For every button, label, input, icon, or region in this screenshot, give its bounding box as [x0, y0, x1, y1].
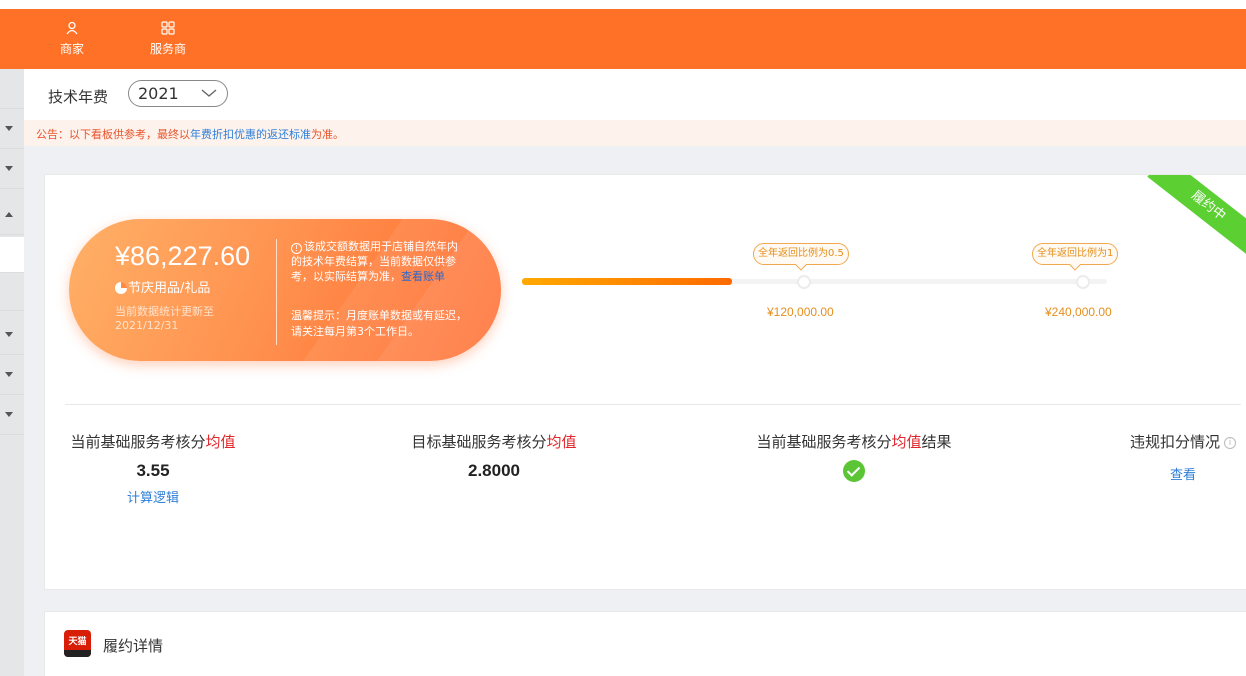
update-date: 2021/12/31	[115, 319, 179, 332]
pill-divider	[276, 239, 277, 345]
metric-title: 目标基础服务考核分均值	[406, 431, 582, 452]
milestone-value: ¥120,000.00	[767, 305, 834, 319]
progress-fill	[522, 278, 732, 285]
nav-service-provider[interactable]: 服务商	[138, 21, 198, 57]
details-title: 履约详情	[103, 637, 164, 655]
metric-value: 3.55	[136, 461, 170, 480]
sidebar-item[interactable]	[0, 149, 24, 189]
milestone-tip: 全年返回比例为1	[1032, 243, 1119, 265]
metric-title-highlight: 均值	[205, 433, 236, 451]
year-label: 技术年费	[48, 88, 109, 106]
status-ribbon: 履约中	[1147, 175, 1246, 276]
notice-highlight: 年费折扣优惠的返还标准	[190, 128, 311, 141]
metric-title-highlight: 均值	[891, 433, 922, 451]
sidebar-item[interactable]	[0, 69, 24, 109]
caret-up-icon	[5, 212, 13, 217]
main-content: 技术年费 2021 公告：以下看板供参考，最终以年费折扣优惠的返还标准为准。 履…	[24, 69, 1246, 676]
section-divider	[65, 404, 1241, 405]
nav-service-provider-label: 服务商	[149, 42, 186, 56]
tmall-logo-base	[64, 650, 91, 657]
tip-note: 温馨提示：月度账单数据或有延迟，请关注每月第3个工作日。	[291, 309, 467, 338]
nav-merchant[interactable]: 商家	[42, 21, 102, 57]
metric-current-score: 当前基础服务考核分均值 3.55 计算逻辑	[65, 431, 241, 506]
metric-title-text: 当前基础服务考核分	[70, 433, 206, 451]
sidebar-item[interactable]	[0, 355, 24, 395]
year-select-value: 2021	[138, 84, 179, 103]
metric-target-score: 目标基础服务考核分均值 2.8000	[406, 431, 582, 481]
caret-down-icon	[5, 332, 13, 337]
metric-title-highlight: 均值	[546, 433, 577, 451]
nav-merchant-label: 商家	[59, 42, 84, 56]
sidebar-item[interactable]	[0, 315, 24, 355]
sales-pill: ¥86,227.60 节庆用品/礼品 当前数据统计更新至 2021/12/31 …	[69, 219, 501, 361]
metric-title-suffix: 结果	[921, 433, 952, 451]
caret-down-icon	[5, 372, 13, 377]
metric-title-text: 当前基础服务考核分	[756, 433, 892, 451]
tmall-logo-text: 天猫	[68, 637, 87, 647]
metric-violations: 违规扣分情况 i 查看	[1123, 431, 1243, 483]
view-bill-link[interactable]: 查看账单	[401, 270, 445, 283]
tmall-logo: 天猫	[64, 630, 91, 657]
info-icon: !	[291, 243, 302, 254]
info-icon[interactable]: i	[1224, 437, 1236, 449]
milestone-value: ¥240,000.00	[1045, 305, 1112, 319]
notice-suffix: 为准。	[311, 128, 344, 141]
view-violations-link[interactable]: 查看	[1123, 464, 1243, 483]
metric-title: 违规扣分情况 i	[1123, 431, 1243, 452]
notice-prefix: 公告：以下看板供参考，最终以	[36, 128, 190, 141]
update-label: 当前数据统计更新至	[115, 305, 214, 318]
metric-value: 2.8000	[468, 461, 520, 480]
sidebar-item[interactable]	[0, 109, 24, 149]
caret-down-icon	[5, 126, 13, 131]
sidebar-item-active[interactable]	[0, 237, 24, 273]
sidebar	[0, 69, 24, 676]
metric-title: 当前基础服务考核分均值结果	[746, 431, 962, 452]
sales-amount: ¥86,227.60	[115, 241, 251, 271]
summary-card: 履约中 ¥86,227.60 节庆用品/礼品 当前数据统计更新至 2021/12…	[44, 174, 1246, 590]
calc-logic-link[interactable]: 计算逻辑	[65, 487, 241, 506]
sidebar-item[interactable]	[0, 195, 24, 235]
year-bar: 技术年费 2021	[24, 69, 1246, 120]
chevron-down-icon	[201, 89, 217, 97]
data-note: ! 该成交额数据用于店铺自然年内的技术年费结算，当前数据仅供参考，以实际结算为准，…	[291, 239, 467, 284]
metric-title: 当前基础服务考核分均值	[65, 431, 241, 452]
user-icon	[66, 21, 78, 35]
pie-icon	[115, 282, 127, 294]
header-bar: 商家 服务商	[0, 9, 1246, 69]
check-icon	[843, 460, 865, 482]
top-menu-strip	[0, 0, 1246, 9]
category-text: 节庆用品/礼品	[128, 281, 211, 296]
milestone-node	[797, 275, 811, 289]
details-card: 天猫 履约详情	[44, 611, 1246, 676]
sidebar-item[interactable]	[0, 275, 24, 311]
caret-down-icon	[5, 412, 13, 417]
year-select[interactable]: 2021	[128, 80, 228, 107]
metric-title-text: 目标基础服务考核分	[411, 433, 547, 451]
caret-down-icon	[5, 166, 13, 171]
milestone-node	[1076, 275, 1090, 289]
notice-bar: 公告：以下看板供参考，最终以年费折扣优惠的返还标准为准。	[24, 120, 1246, 146]
metric-title-text: 违规扣分情况	[1129, 433, 1220, 451]
grid-icon	[161, 21, 175, 35]
category-label: 节庆用品/礼品	[115, 277, 210, 296]
metric-score-result: 当前基础服务考核分均值结果	[746, 431, 962, 486]
sidebar-item[interactable]	[0, 395, 24, 435]
milestone-tip: 全年返回比例为0.5	[753, 243, 849, 265]
